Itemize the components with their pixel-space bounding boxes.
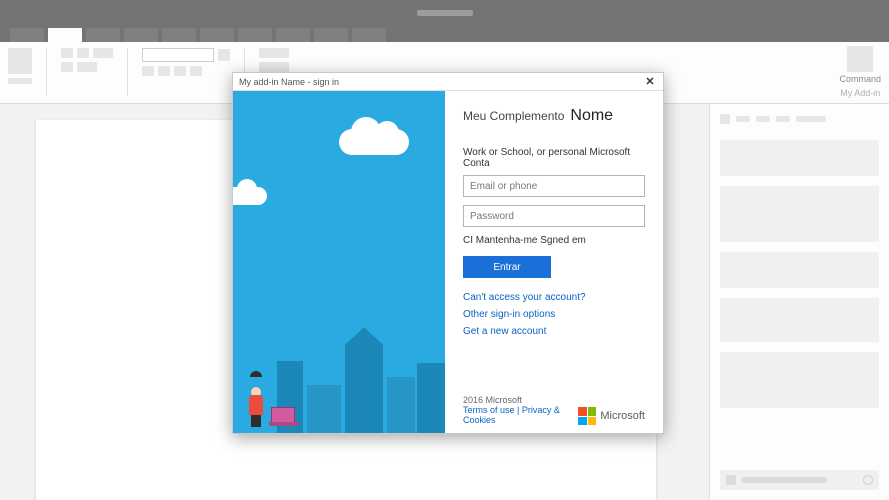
other-signin-link[interactable]: Other sign-in options	[463, 309, 645, 320]
app-heading: Meu Complemento Nome	[463, 107, 645, 125]
signin-dialog: My add-in Name - sign in ✕ M	[232, 72, 664, 434]
ribbon-tab[interactable]	[200, 28, 234, 42]
dialog-body: Meu Complemento Nome Work or School, or …	[233, 91, 663, 433]
new-account-link[interactable]: Get a new account	[463, 326, 645, 337]
footer-sep: |	[515, 405, 522, 415]
taskpane-icon	[720, 114, 730, 124]
password-field[interactable]: Password	[463, 205, 645, 227]
ribbon-tab[interactable]	[124, 28, 158, 42]
taskpane-footer-button[interactable]	[863, 475, 873, 485]
signin-button[interactable]: Entrar	[463, 256, 551, 278]
ribbon-button[interactable]	[259, 48, 289, 58]
ribbon-label	[8, 78, 32, 84]
ribbon-button[interactable]	[8, 48, 32, 74]
ribbon-group	[61, 48, 113, 72]
microsoft-logo-text: Microsoft	[600, 410, 645, 422]
keep-signed-in-label[interactable]: CI Mantenha-me Sgned em	[463, 235, 645, 246]
signin-form: Meu Complemento Nome Work or School, or …	[445, 91, 663, 433]
taskpane-footer-icon	[726, 475, 736, 485]
dialog-illustration	[233, 91, 445, 433]
taskpane-card[interactable]	[720, 352, 879, 408]
cant-access-link[interactable]: Can't access your account?	[463, 292, 645, 303]
app-titlebar	[0, 0, 889, 24]
skyline-illustration	[233, 343, 445, 433]
taskpane-card[interactable]	[720, 186, 879, 242]
building-icon	[417, 363, 445, 433]
ribbon-tab-row	[0, 24, 889, 42]
command-label: Command	[839, 74, 881, 84]
dialog-title: My add-in Name - sign in	[239, 77, 339, 87]
email-field[interactable]: Email or phone	[463, 175, 645, 197]
titlebar-placeholder	[417, 10, 473, 16]
app-prefix: Meu Complemento	[463, 109, 564, 123]
dialog-footer: 2016 Microsoft Terms of use | Privacy & …	[463, 395, 645, 425]
ribbon-separator	[46, 48, 47, 96]
ribbon-separator	[127, 48, 128, 96]
taskpane-header	[720, 114, 879, 124]
microsoft-logo-icon	[578, 407, 596, 425]
copyright-text: 2016 Microsoft	[463, 395, 578, 405]
ribbon-group	[142, 48, 230, 76]
close-icon[interactable]: ✕	[643, 75, 657, 89]
ribbon-field[interactable]	[142, 48, 214, 62]
ribbon-group	[8, 48, 32, 84]
taskpane-tab[interactable]	[736, 116, 750, 122]
email-placeholder: Email or phone	[470, 181, 537, 192]
task-pane	[709, 104, 889, 500]
building-icon	[345, 345, 383, 433]
ribbon-tab[interactable]	[352, 28, 386, 42]
command-icon[interactable]	[847, 46, 873, 72]
ribbon-tab[interactable]	[10, 28, 44, 42]
taskpane-footer	[720, 470, 879, 490]
ribbon-tab[interactable]	[86, 28, 120, 42]
taskpane-tab[interactable]	[756, 116, 770, 122]
password-placeholder: Password	[470, 211, 514, 222]
ribbon-tab[interactable]	[238, 28, 272, 42]
ribbon-tab-active[interactable]	[48, 28, 82, 42]
ribbon-button[interactable]	[61, 62, 73, 72]
ribbon-button[interactable]	[77, 62, 97, 72]
ribbon-button[interactable]	[77, 48, 89, 58]
taskpane-card[interactable]	[720, 298, 879, 342]
cloud-icon	[339, 129, 409, 155]
ribbon-button[interactable]	[190, 66, 202, 76]
building-icon	[307, 385, 341, 433]
app-name: Nome	[570, 107, 613, 125]
addin-group-label: My Add-in	[840, 88, 880, 98]
taskpane-card[interactable]	[720, 252, 879, 288]
terms-link[interactable]: Terms of use	[463, 405, 515, 415]
footer-legal: 2016 Microsoft Terms of use | Privacy & …	[463, 395, 578, 425]
laptop-icon	[271, 407, 295, 423]
taskpane-tab[interactable]	[796, 116, 826, 122]
microsoft-logo: Microsoft	[578, 407, 645, 425]
building-icon	[387, 377, 415, 433]
ribbon-button[interactable]	[259, 62, 289, 72]
ribbon-button[interactable]	[142, 66, 154, 76]
ribbon-tab[interactable]	[314, 28, 348, 42]
ribbon-button[interactable]	[158, 66, 170, 76]
ribbon-tab[interactable]	[276, 28, 310, 42]
taskpane-tab[interactable]	[776, 116, 790, 122]
ribbon-button[interactable]	[174, 66, 186, 76]
dialog-titlebar: My add-in Name - sign in ✕	[233, 73, 663, 91]
person-illustration	[249, 383, 263, 427]
ribbon-button[interactable]	[93, 48, 113, 58]
ribbon-addin-group: Command My Add-in	[839, 46, 881, 98]
taskpane-footer-text	[742, 477, 827, 483]
ribbon-button[interactable]	[61, 48, 73, 58]
taskpane-card[interactable]	[720, 140, 879, 176]
ribbon-tab[interactable]	[162, 28, 196, 42]
ribbon-button[interactable]	[218, 49, 230, 61]
account-prompt: Work or School, or personal Microsoft Co…	[463, 147, 645, 169]
cloud-icon	[233, 187, 267, 205]
